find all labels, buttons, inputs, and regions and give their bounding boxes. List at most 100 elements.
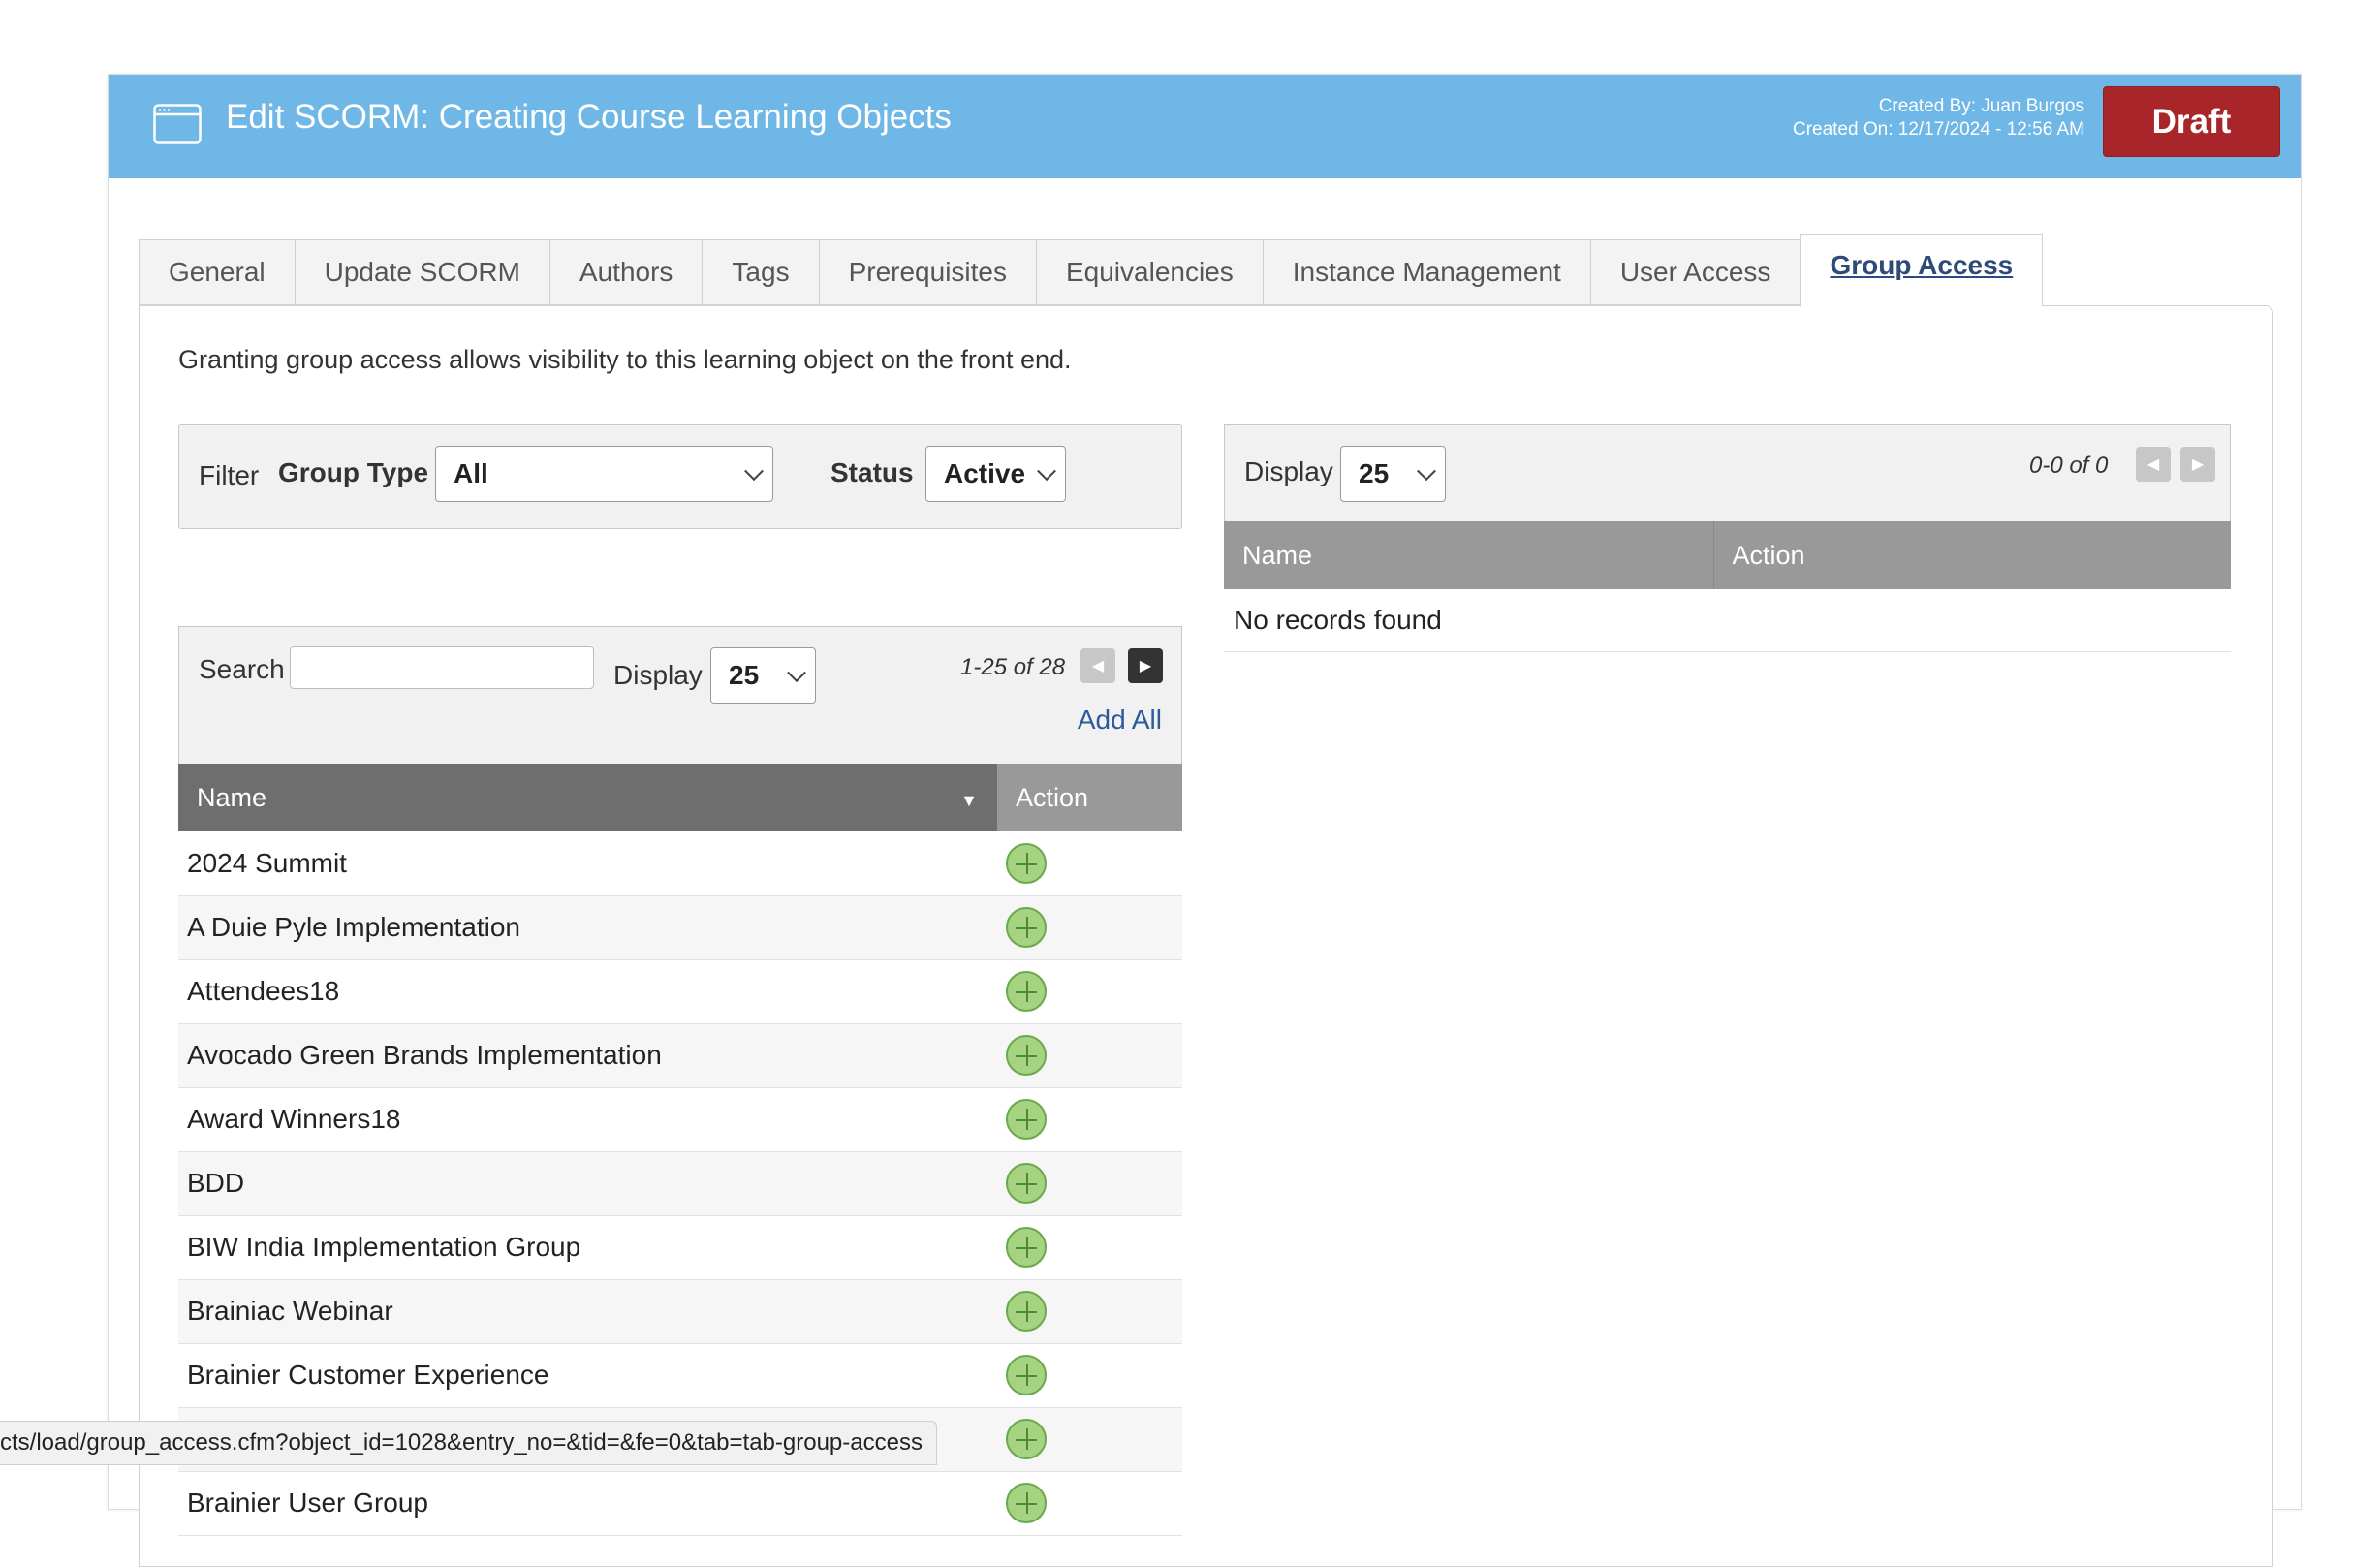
tab-general[interactable]: General — [139, 239, 295, 305]
table-row: Attendees18 — [178, 959, 1182, 1024]
add-group-plus-icon[interactable] — [1006, 1227, 1047, 1268]
tab-update-scorm[interactable]: Update SCORM — [294, 239, 549, 305]
filter-box: Filter Group Type All Status Active — [178, 424, 1182, 529]
search-input[interactable] — [290, 646, 594, 689]
sort-desc-icon: ▼ — [960, 791, 978, 810]
add-group-plus-icon[interactable] — [1006, 1355, 1047, 1395]
group-name: Brainier Customer Experience — [178, 1343, 997, 1408]
chevron-down-icon — [787, 663, 806, 683]
status-label: Status — [830, 457, 914, 487]
next-page-button[interactable]: ▶ — [1128, 648, 1163, 683]
assigned-display-value: 25 — [1359, 458, 1390, 488]
add-group-plus-icon[interactable] — [1006, 842, 1047, 884]
assigned-display-select[interactable]: 25 — [1340, 446, 1446, 502]
assigned-pager-text: 0-0 of 0 — [2029, 453, 2109, 479]
draft-status-button[interactable]: Draft — [2103, 86, 2280, 157]
group-access-content: Granting group access allows visibility … — [139, 305, 2273, 1567]
status-value: Active — [944, 458, 1026, 488]
add-group-plus-icon[interactable] — [1006, 1483, 1047, 1523]
assigned-action-column-header: Action — [1713, 521, 2231, 589]
group-name: BDD — [178, 1151, 997, 1216]
name-column-header[interactable]: Name ▼ — [178, 764, 997, 831]
no-records-message: No records found — [1224, 589, 2231, 652]
created-by: Created By: Juan Burgos — [1878, 96, 2084, 116]
triangle-left-icon: ◀ — [2146, 456, 2160, 473]
row-action-cell — [997, 959, 1182, 1024]
group-name: BIW India Implementation Group — [178, 1215, 997, 1280]
chevron-down-icon — [744, 461, 764, 482]
tab-equivalencies[interactable]: Equivalencies — [1035, 239, 1263, 305]
row-action-cell — [997, 1279, 1182, 1344]
row-action-cell — [997, 1087, 1182, 1152]
available-pager-text: 1-25 of 28 — [960, 654, 1066, 680]
page-header: Edit SCORM: Creating Course Learning Obj… — [109, 75, 2301, 178]
window-icon — [153, 104, 202, 144]
group-type-label: Group Type — [278, 457, 429, 487]
available-toolbar: Search Display 25 1-25 of 28 ◀ ▶ Add All — [178, 626, 1182, 764]
assigned-name-column-header[interactable]: Name — [1224, 521, 1714, 589]
filter-label: Filter — [199, 460, 260, 490]
name-header-label: Name — [197, 782, 267, 812]
row-action-cell — [997, 1023, 1182, 1088]
group-name: Brainiac Webinar — [178, 1279, 997, 1344]
group-name: Award Winners18 — [178, 1087, 997, 1152]
action-column-header: Action — [997, 764, 1182, 831]
browser-status-bar: cts/load/group_access.cfm?object_id=1028… — [0, 1421, 937, 1465]
table-row: Brainier Customer Experience — [178, 1343, 1182, 1408]
add-all-link[interactable]: Add All — [1078, 705, 1162, 736]
row-action-cell — [997, 831, 1182, 896]
tab-tags[interactable]: Tags — [702, 239, 819, 305]
table-row: Award Winners18 — [178, 1087, 1182, 1152]
row-action-cell — [997, 895, 1182, 960]
add-group-plus-icon[interactable] — [1006, 1035, 1047, 1076]
table-row: Avocado Green Brands Implementation — [178, 1023, 1182, 1088]
intro-text: Granting group access allows visibility … — [178, 345, 1072, 374]
table-row: Brainier User Group — [178, 1471, 1182, 1536]
assigned-display-label: Display — [1244, 456, 1333, 486]
table-row: 2024 Summit — [178, 831, 1182, 896]
table-row: Brainiac Webinar — [178, 1279, 1182, 1344]
prev-page-button[interactable]: ◀ — [1080, 648, 1115, 683]
row-action-cell — [997, 1215, 1182, 1280]
triangle-left-icon: ◀ — [1091, 658, 1105, 674]
add-group-plus-icon[interactable] — [1006, 1099, 1047, 1140]
chevron-down-icon — [1037, 461, 1056, 482]
display-label: Display — [613, 660, 703, 690]
add-group-plus-icon[interactable] — [1006, 971, 1047, 1012]
assigned-next-page-button[interactable]: ▶ — [2180, 447, 2215, 482]
table-row: BIW India Implementation Group — [178, 1215, 1182, 1280]
add-group-plus-icon[interactable] — [1006, 1419, 1047, 1459]
group-name: A Duie Pyle Implementation — [178, 895, 997, 960]
tab-prerequisites[interactable]: Prerequisites — [818, 239, 1036, 305]
row-action-cell — [997, 1343, 1182, 1408]
tab-user-access[interactable]: User Access — [1589, 239, 1801, 305]
group-name: Brainier User Group — [178, 1471, 997, 1536]
tab-group-access[interactable]: Group Access — [1800, 234, 2044, 307]
available-display-select[interactable]: 25 — [710, 647, 816, 704]
group-type-value: All — [454, 458, 488, 488]
row-action-cell — [997, 1407, 1182, 1472]
group-type-select[interactable]: All — [435, 446, 773, 502]
tab-authors[interactable]: Authors — [548, 239, 703, 305]
created-on: Created On: 12/17/2024 - 12:56 AM — [1792, 119, 2084, 140]
available-display-value: 25 — [729, 660, 760, 690]
group-name: Attendees18 — [178, 959, 997, 1024]
edit-scorm-panel: Edit SCORM: Creating Course Learning Obj… — [108, 74, 2302, 1567]
add-group-plus-icon[interactable] — [1006, 1291, 1047, 1332]
group-name: Avocado Green Brands Implementation — [178, 1023, 997, 1088]
status-select[interactable]: Active — [925, 446, 1066, 502]
tab-instance-management[interactable]: Instance Management — [1262, 239, 1590, 305]
triangle-right-icon: ▶ — [2191, 456, 2205, 473]
row-action-cell — [997, 1151, 1182, 1216]
assigned-prev-page-button[interactable]: ◀ — [2136, 447, 2171, 482]
add-group-plus-icon[interactable] — [1006, 1163, 1047, 1204]
assigned-groups-table: Name Action No records found — [1224, 521, 2231, 652]
add-group-plus-icon[interactable] — [1006, 907, 1047, 948]
chevron-down-icon — [1417, 461, 1436, 482]
tab-bar: General Update SCORM Authors Tags Prereq… — [139, 234, 2044, 307]
row-action-cell — [997, 1471, 1182, 1536]
search-label: Search — [199, 654, 285, 684]
created-meta: Created By: Juan Burgos Created On: 12/1… — [1793, 95, 2084, 141]
page-title: Edit SCORM: Creating Course Learning Obj… — [226, 98, 952, 136]
table-row: BDD — [178, 1151, 1182, 1216]
